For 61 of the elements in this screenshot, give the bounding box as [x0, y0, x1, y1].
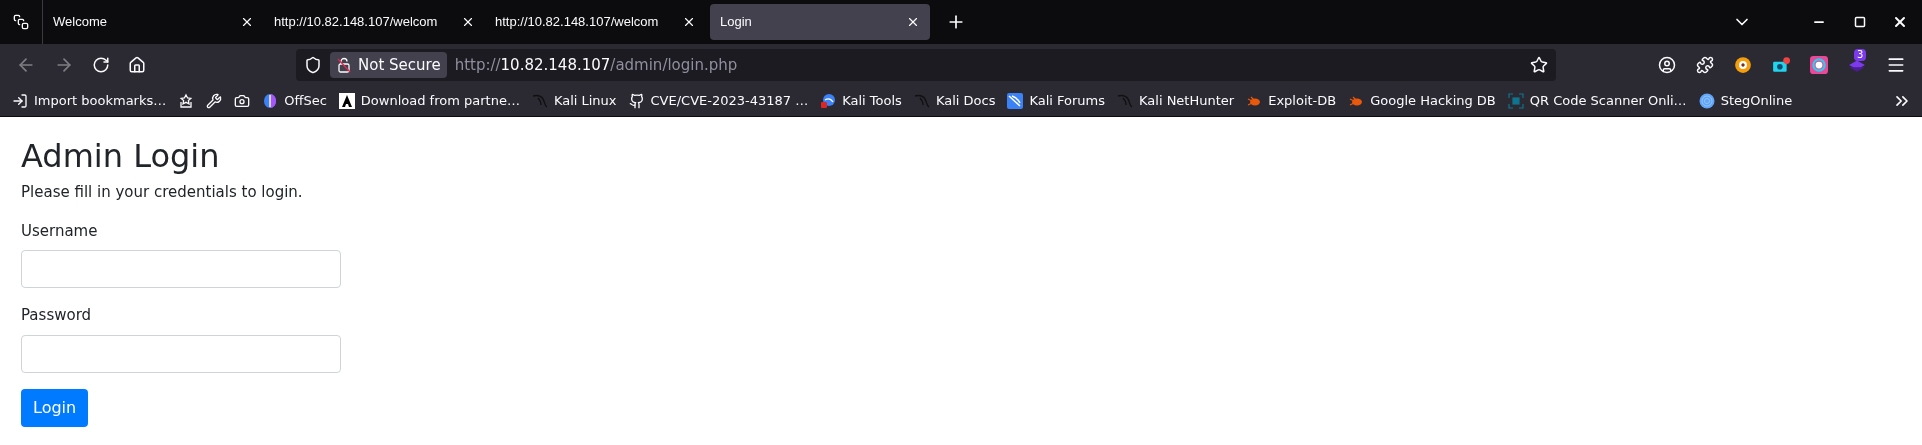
shield-icon[interactable] — [304, 56, 322, 74]
field-label: Username — [21, 220, 99, 242]
bookmark-item[interactable]: Kali Forums — [1007, 91, 1106, 111]
login-button[interactable]: Login — [21, 388, 89, 427]
qr-code-icon — [1507, 93, 1524, 109]
text-field[interactable] — [21, 250, 341, 289]
offsec-logo-icon — [262, 93, 279, 109]
camera-extension-icon[interactable] — [1772, 56, 1790, 74]
menu-icon[interactable] — [1886, 55, 1906, 75]
bookmark-item[interactable]: Google Hacking DB — [1348, 91, 1496, 111]
browser-tab[interactable]: Login — [710, 4, 930, 40]
bookmark-item[interactable]: QR Code Scanner Onli… — [1507, 91, 1687, 111]
bookmark-star-icon[interactable] — [1530, 56, 1548, 74]
tab-list-icon[interactable] — [13, 14, 29, 30]
forums-logo-icon — [1007, 93, 1024, 109]
bookmark-item[interactable]: StegOnline — [1698, 91, 1793, 111]
browser-tab[interactable]: http://10.82.148.107/welcom — [485, 4, 706, 40]
letter-a-logo-icon — [338, 93, 355, 109]
close-icon[interactable] — [682, 15, 696, 29]
text-field[interactable] — [21, 334, 341, 373]
camera-icon[interactable] — [234, 93, 251, 109]
close-icon[interactable] — [1892, 14, 1908, 30]
browser-tab[interactable]: Welcome — [43, 4, 264, 40]
reload-icon[interactable] — [92, 56, 110, 74]
close-icon[interactable] — [240, 15, 254, 29]
home-icon[interactable] — [128, 56, 146, 74]
bookmark-item[interactable]: Download from partne… — [338, 91, 520, 111]
bookmark-item[interactable]: Kali Linux — [531, 91, 617, 111]
import-icon — [12, 93, 28, 109]
maximize-icon[interactable] — [1854, 16, 1866, 28]
tab-title: Login — [720, 13, 753, 32]
intro-text: Please fill in your credentials to login. — [21, 182, 304, 204]
notification-count: 3 — [1854, 49, 1867, 61]
address-bar[interactable]: Not Secure http://10.82.148.107/admin/login.php — [296, 49, 1556, 81]
url-text: http://10.82.148.107/admin/login.php — [454, 54, 738, 76]
wrench-icon[interactable] — [206, 93, 223, 109]
close-icon[interactable] — [906, 15, 920, 29]
account-icon[interactable] — [1658, 56, 1676, 74]
star-document-icon[interactable] — [178, 93, 195, 109]
tools-logo-icon — [820, 93, 837, 109]
github-icon — [628, 93, 645, 109]
bookmark-item[interactable]: CVE/CVE-2023-43187 … — [628, 91, 809, 111]
concentric-circles-icon — [1698, 93, 1715, 109]
close-icon[interactable] — [461, 15, 475, 29]
browser-tab[interactable]: http://10.82.148.107/welcom — [264, 4, 485, 40]
tab-title: http://10.82.148.107/welcom — [274, 13, 439, 32]
security-indicator[interactable]: Not Secure — [330, 52, 447, 78]
bookmark-item[interactable]: Kali Tools — [820, 91, 902, 111]
extension-icon[interactable] — [1734, 56, 1752, 74]
field-label: Password — [21, 305, 93, 327]
page-heading: Admin Login — [21, 137, 221, 176]
bookmark-item[interactable]: Kali NetHunter — [1117, 91, 1235, 111]
bookmark-item[interactable]: OffSec — [262, 91, 327, 111]
unlocked-padlock-icon — [336, 57, 352, 73]
tab-title: http://10.82.148.107/welcom — [495, 13, 660, 32]
tab-title: Welcome — [53, 13, 108, 32]
bookmark-item[interactable]: Import bookmarks… — [12, 91, 167, 111]
extensions-icon[interactable] — [1696, 56, 1714, 74]
bookmark-item[interactable]: Kali Docs — [913, 91, 996, 111]
color-ring-icon[interactable] — [1810, 56, 1828, 74]
bookmark-item[interactable]: Exploit-DB — [1246, 91, 1337, 111]
